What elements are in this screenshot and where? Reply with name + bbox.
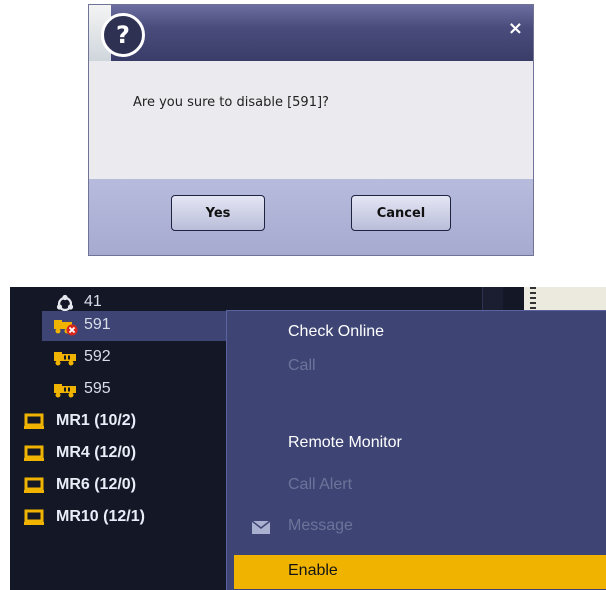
menu-item-label: Message xyxy=(288,517,353,534)
dialog-titlebar: ? × xyxy=(89,5,533,61)
yes-button[interactable]: Yes xyxy=(171,195,265,231)
tree-item-label: 595 xyxy=(84,380,111,397)
dialog-body: Are you sure to disable [591]? xyxy=(89,61,533,179)
tree-item-label: 41 xyxy=(84,293,102,310)
tree-item-label: 592 xyxy=(84,348,111,365)
dialog-message: Are you sure to disable [591]? xyxy=(133,95,329,110)
menu-item-label: Remote Monitor xyxy=(288,434,402,451)
mail-icon xyxy=(252,521,270,534)
menu-item-call: Call xyxy=(234,350,606,384)
menu-item-message: Message xyxy=(234,510,606,544)
dialog-footer: Yes Cancel xyxy=(89,179,533,255)
tree-group-label: MR6 (12/0) xyxy=(56,476,137,493)
truck-icon xyxy=(54,352,76,366)
tree-item-label: 591 xyxy=(84,316,111,333)
folder-icon xyxy=(24,477,44,493)
cancel-button[interactable]: Cancel xyxy=(351,195,451,231)
menu-item-check-online[interactable]: Check Online xyxy=(234,316,606,350)
menu-item-label: Check Online xyxy=(288,323,385,340)
tree-group-label: MR4 (12/0) xyxy=(56,444,137,461)
menu-item-remote-monitor[interactable]: Remote Monitor xyxy=(234,427,606,461)
menu-item-label: Call xyxy=(288,357,316,374)
tree-group-label: MR1 (10/2) xyxy=(56,412,137,429)
menu-item-enable[interactable]: Enable xyxy=(234,555,606,589)
menu-item-label: Call Alert xyxy=(288,476,353,493)
truck-disabled-icon xyxy=(54,320,78,336)
menu-item-call-alert: Call Alert xyxy=(234,469,606,503)
tree-group-label: MR10 (12/1) xyxy=(56,508,145,525)
truck-icon xyxy=(54,384,76,398)
folder-icon xyxy=(24,445,44,461)
menu-item-label: Enable xyxy=(288,562,338,579)
context-menu: Check Online Call Remote Monitor Call Al… xyxy=(226,310,606,590)
confirm-dialog: ? × Are you sure to disable [591]? Yes C… xyxy=(88,4,534,256)
folder-icon xyxy=(24,413,44,429)
help-icon: ? xyxy=(101,13,145,57)
folder-icon xyxy=(24,509,44,525)
close-icon[interactable]: × xyxy=(508,19,523,39)
